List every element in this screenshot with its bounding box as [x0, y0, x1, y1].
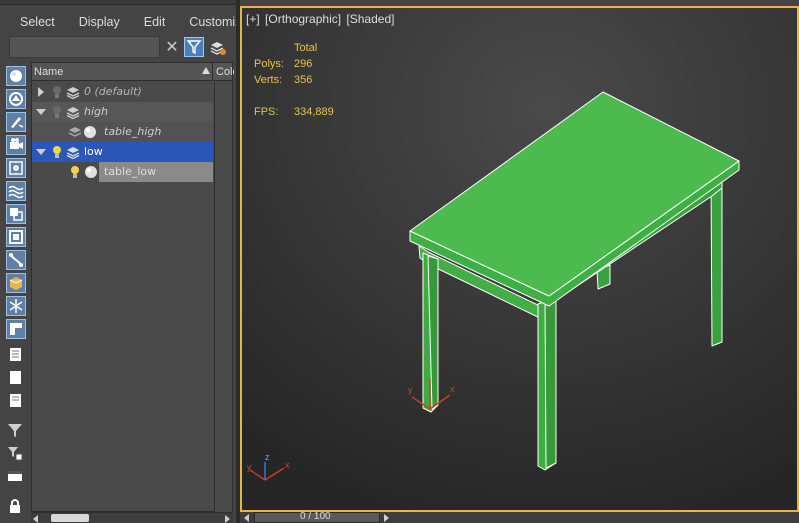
search-input[interactable]	[9, 36, 160, 58]
scroll-right-arrow-icon[interactable]	[225, 515, 230, 523]
stats-polys-label: Polys:	[254, 58, 284, 70]
scroll-left-arrow-icon[interactable]	[33, 515, 38, 523]
filter-icon[interactable]	[184, 37, 204, 57]
time-prev-arrow-icon[interactable]	[244, 514, 249, 522]
stats-polys-value: 296	[294, 58, 313, 70]
collapse-arrow-icon[interactable]	[36, 149, 46, 155]
stats-verts-value: 356	[294, 74, 313, 86]
time-next-arrow-icon[interactable]	[384, 514, 389, 522]
stats-header: Total	[294, 42, 318, 54]
tree-row-label: high	[84, 105, 108, 118]
filter-options-icon[interactable]	[6, 444, 26, 464]
viewport-shading-mode[interactable]: [Shaded]	[345, 12, 395, 26]
tree-horizontal-scrollbar[interactable]	[31, 512, 233, 523]
layers-icon[interactable]	[208, 37, 228, 57]
scene-explorer-panel: Select Display Edit Customize ✕ Name Col…	[0, 0, 248, 523]
viewport-canvas[interactable]: y x y x z	[242, 8, 797, 510]
stats-verts-label: Verts:	[254, 74, 283, 86]
display-geometry-icon[interactable]	[6, 66, 26, 86]
light-bulb-off-icon[interactable]	[52, 105, 62, 119]
light-bulb-on-icon[interactable]	[70, 165, 80, 179]
menu-edit[interactable]: Edit	[132, 10, 178, 34]
layer-icon	[66, 107, 80, 119]
layer-icon	[66, 147, 80, 159]
axis-x-label: x	[285, 460, 290, 470]
display-hidden-icon[interactable]	[6, 319, 26, 339]
display-spacewarps-icon[interactable]	[6, 181, 26, 201]
layer-icon	[66, 87, 80, 99]
light-bulb-off-icon[interactable]	[52, 85, 62, 99]
tree-row-label: table_high	[104, 125, 162, 138]
tree-row-label: table_low	[104, 165, 157, 178]
time-frame-readout: 0 / 100	[300, 511, 331, 522]
viewport-menu-plus[interactable]: [+]	[245, 12, 261, 26]
axis-z-label: z	[265, 452, 270, 462]
display-bones-icon[interactable]	[6, 250, 26, 270]
display-lights-icon[interactable]	[6, 112, 26, 132]
time-slider[interactable]: 0 / 100	[240, 511, 799, 523]
color-column	[214, 82, 232, 512]
stats-fps-label: FPS:	[254, 106, 279, 118]
sort-ascending-icon[interactable]	[202, 67, 210, 74]
display-groups-icon[interactable]	[6, 204, 26, 224]
invert-display-icon[interactable]	[6, 391, 26, 411]
tree-row-label: 0 (default)	[84, 85, 142, 98]
display-helpers-icon[interactable]	[6, 158, 26, 178]
display-containers-icon[interactable]	[6, 273, 26, 293]
axis-y-label: y	[247, 462, 252, 472]
search-row: ✕	[8, 36, 232, 58]
tree-row-layer-low[interactable]: low	[32, 142, 213, 162]
light-bulb-on-icon[interactable]	[52, 145, 62, 159]
panel-top-strip	[0, 0, 236, 5]
geometry-sphere-icon	[85, 166, 97, 178]
display-all-icon[interactable]	[6, 345, 26, 365]
viewport-view-type[interactable]: [Orthographic]	[264, 12, 342, 26]
geometry-sphere-icon	[84, 126, 96, 138]
display-filter-toolbar	[4, 63, 28, 523]
menu-select[interactable]: Select	[8, 10, 67, 34]
sync-selection-icon[interactable]	[6, 467, 26, 487]
lock-icon[interactable]	[6, 497, 26, 517]
menu-display[interactable]: Display	[67, 10, 132, 34]
display-cameras-icon[interactable]	[6, 135, 26, 155]
display-frozen-icon[interactable]	[6, 296, 26, 316]
tree-row-layer-high[interactable]: high	[32, 102, 213, 122]
viewport-orthographic[interactable]: y x y x z [+] [Orthographic] [Shaded] To…	[240, 6, 799, 512]
scene-tree[interactable]: Name Color 0 (default) high	[31, 62, 234, 512]
expand-arrow-icon[interactable]	[38, 87, 44, 97]
display-shapes-icon[interactable]	[6, 89, 26, 109]
scrollbar-thumb[interactable]	[51, 514, 89, 522]
display-xrefs-icon[interactable]	[6, 227, 26, 247]
stats-fps-value: 334,889	[294, 106, 334, 118]
collapse-arrow-icon[interactable]	[36, 109, 46, 115]
layer-icon	[68, 127, 82, 137]
explorer-menubar: Select Display Edit Customize	[8, 10, 260, 34]
column-name-header[interactable]: Name	[32, 63, 213, 81]
tree-header: Name Color	[32, 63, 234, 81]
tree-row-object-table-high[interactable]: table_high	[32, 122, 213, 142]
filter-funnel-icon[interactable]	[6, 421, 26, 441]
tree-row-object-table-low[interactable]: table_low	[32, 162, 213, 182]
gizmo-x-label: x	[450, 384, 455, 394]
tree-row-label: low	[84, 145, 103, 158]
column-color-header[interactable]: Color	[214, 63, 234, 81]
close-icon[interactable]: ✕	[164, 38, 180, 56]
viewport-label[interactable]: [+] [Orthographic] [Shaded]	[245, 12, 395, 26]
tree-row-layer-default[interactable]: 0 (default)	[32, 82, 213, 102]
time-slider-thumb[interactable]: 0 / 100	[254, 511, 380, 523]
gizmo-y-label: y	[408, 385, 413, 395]
display-none-icon[interactable]	[6, 368, 26, 388]
